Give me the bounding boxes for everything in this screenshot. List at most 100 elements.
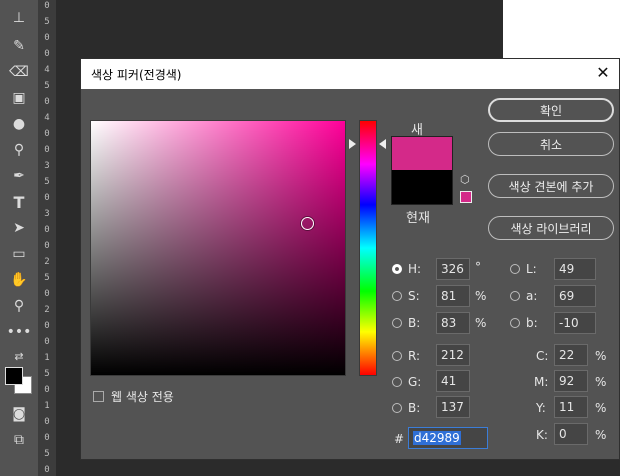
blue-field[interactable]: 137 — [436, 396, 470, 418]
black-unit: % — [595, 428, 607, 442]
yellow-field[interactable]: 11 — [554, 396, 588, 418]
lab-l-radio[interactable] — [510, 264, 520, 274]
ruler-mark: 0 — [44, 465, 50, 475]
swap-colors-icon[interactable]: ⇄ — [8, 346, 30, 366]
new-color-swatch — [391, 136, 453, 171]
ruler-mark: 0 — [44, 129, 50, 139]
screen-mode-icon[interactable]: ⧉ — [8, 430, 30, 450]
hue-slider-left-arrow-icon[interactable] — [349, 139, 356, 149]
ruler-mark: 0 — [44, 289, 50, 299]
zoom-icon[interactable]: ⚲ — [8, 296, 30, 316]
red-radio[interactable] — [392, 351, 402, 361]
saturation-unit: % — [475, 289, 487, 303]
ruler-mark: 5 — [44, 17, 50, 27]
ruler-mark: 0 — [44, 417, 50, 427]
foreground-color-swatch[interactable] — [5, 367, 23, 385]
hue-slider-right-arrow-icon[interactable] — [379, 139, 386, 149]
hand-icon[interactable]: ✋ — [8, 270, 30, 290]
cyan-field[interactable]: 22 — [554, 344, 588, 366]
color-field[interactable] — [90, 120, 346, 376]
lab-l-label: L: — [526, 262, 537, 276]
lab-l-field[interactable]: 49 — [554, 258, 596, 280]
hue-field[interactable]: 326 — [436, 258, 470, 280]
tools-panel: ⊥ ✎ ⌫ ▣ ● ⚲ ✒ T ➤ ▭ ✋ ⚲ ••• ⇄ ◙ ⧉ — [0, 0, 39, 476]
ruler-mark: 3 — [44, 209, 50, 219]
lab-a-field[interactable]: 69 — [554, 285, 596, 307]
color-picker-circle[interactable] — [301, 217, 314, 230]
ruler-mark: 0 — [44, 97, 50, 107]
ruler-mark: 1 — [44, 401, 50, 411]
ruler-mark: 2 — [44, 305, 50, 315]
saturation-label: S: — [408, 289, 420, 303]
brightness-label: B: — [408, 316, 421, 330]
hue-radio[interactable] — [392, 264, 402, 274]
web-colors-only-label: 웹 색상 전용 — [111, 390, 174, 404]
degree-unit: ° — [475, 260, 481, 274]
brightness-radio[interactable] — [392, 318, 402, 328]
ruler-mark: 5 — [44, 177, 50, 187]
green-radio[interactable] — [392, 377, 402, 387]
cyan-label: C: — [536, 349, 549, 363]
yellow-unit: % — [595, 401, 607, 415]
ruler-mark: 0 — [44, 321, 50, 331]
gradient-icon[interactable]: ▣ — [8, 88, 30, 108]
color-picker-dialog: 색상 피커(전경색) ✕ 새 현재 ⬡ 확인 취소 색상 견본에 추가 색상 라… — [80, 58, 620, 460]
hex-field[interactable]: d42989 — [408, 427, 488, 449]
lab-b-label: b: — [526, 316, 538, 330]
path-select-icon[interactable]: ➤ — [8, 218, 30, 238]
ruler-mark: 5 — [44, 449, 50, 459]
hue-label: H: — [408, 262, 422, 276]
document-canvas — [503, 0, 620, 58]
hue-slider[interactable] — [359, 120, 377, 376]
lab-a-label: a: — [526, 289, 538, 303]
red-field[interactable]: 212 — [436, 344, 470, 366]
ruler-mark: 0 — [44, 1, 50, 11]
magenta-field[interactable]: 92 — [554, 370, 588, 392]
dodge-icon[interactable]: ⚲ — [8, 140, 30, 160]
lab-b-field[interactable]: -10 — [554, 312, 596, 334]
more-icon[interactable]: ••• — [7, 322, 32, 342]
saturation-field[interactable]: 81 — [436, 285, 470, 307]
ruler-mark: 4 — [44, 113, 50, 123]
type-icon[interactable]: T — [8, 192, 30, 212]
quick-mask-icon[interactable]: ◙ — [8, 404, 30, 424]
hex-value: d42989 — [413, 431, 461, 445]
out-of-gamut-cube-icon[interactable]: ⬡ — [460, 174, 472, 186]
cancel-button[interactable]: 취소 — [488, 132, 614, 156]
black-label: K: — [536, 428, 548, 442]
lab-a-radio[interactable] — [510, 291, 520, 301]
ruler-mark: 1 — [44, 353, 50, 363]
ruler-mark: 5 — [44, 369, 50, 379]
rectangle-icon[interactable]: ▭ — [8, 244, 30, 264]
eraser-icon[interactable]: ⌫ — [8, 62, 30, 82]
ruler-mark: 0 — [44, 433, 50, 443]
pen-icon[interactable]: ✒ — [8, 166, 30, 186]
color-libraries-button[interactable]: 색상 라이브러리 — [488, 216, 614, 240]
history-brush-icon[interactable]: ✎ — [8, 36, 30, 56]
green-label: G: — [408, 375, 422, 389]
blur-icon[interactable]: ● — [8, 114, 30, 134]
ruler-mark: 0 — [44, 145, 50, 155]
green-field[interactable]: 41 — [436, 370, 470, 392]
lab-b-radio[interactable] — [510, 318, 520, 328]
stamp-icon[interactable]: ⊥ — [8, 8, 30, 28]
web-safe-color-swatch[interactable] — [460, 191, 472, 203]
brightness-field[interactable]: 83 — [436, 312, 470, 334]
blue-radio[interactable] — [392, 403, 402, 413]
hex-label: # — [394, 432, 405, 446]
magenta-unit: % — [595, 375, 607, 389]
add-to-swatches-button[interactable]: 색상 견본에 추가 — [488, 174, 614, 198]
ruler-mark: 4 — [44, 65, 50, 75]
black-field[interactable]: 0 — [554, 423, 588, 445]
close-icon[interactable]: ✕ — [593, 63, 613, 83]
blue-label: B: — [408, 401, 421, 415]
ruler-mark: 0 — [44, 193, 50, 203]
web-colors-only-checkbox[interactable] — [93, 391, 104, 402]
ruler-mark: 0 — [44, 33, 50, 43]
saturation-radio[interactable] — [392, 291, 402, 301]
ruler-mark: 0 — [44, 385, 50, 395]
ruler-mark: 0 — [44, 337, 50, 347]
current-color-swatch[interactable] — [391, 170, 453, 205]
ok-button[interactable]: 확인 — [488, 98, 614, 122]
magenta-label: M: — [534, 375, 549, 389]
